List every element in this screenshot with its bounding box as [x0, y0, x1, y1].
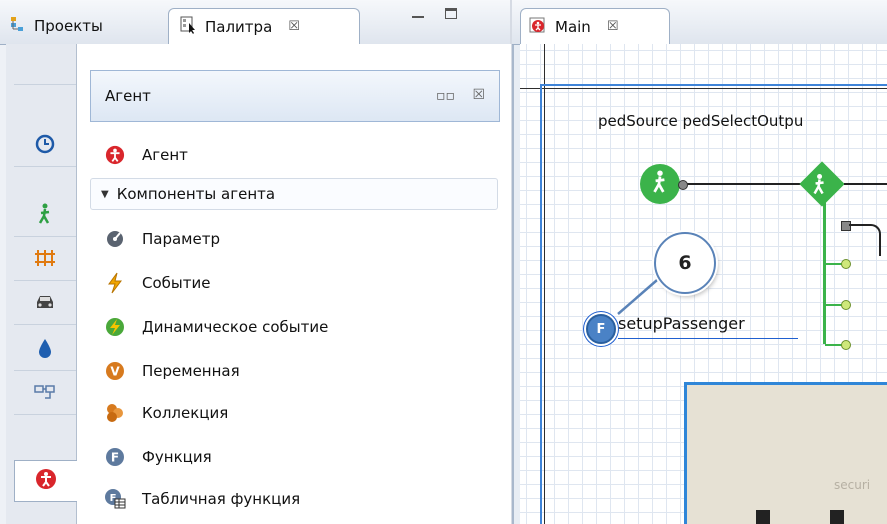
- port[interactable]: [841, 340, 851, 350]
- fluid-icon: [37, 337, 53, 363]
- port[interactable]: [678, 180, 688, 190]
- area-label: securi: [834, 478, 871, 492]
- clock-icon: [34, 133, 56, 159]
- group-header-agent-components[interactable]: ▼ Компоненты агента: [90, 178, 498, 210]
- tab-projects[interactable]: Проекты: [4, 8, 164, 44]
- event-icon: [104, 272, 126, 294]
- port[interactable]: [841, 259, 851, 269]
- palette-item-label: Динамическое событие: [142, 318, 329, 336]
- agent-icon: [529, 16, 547, 38]
- palette-item-label: Параметр: [142, 230, 220, 248]
- palette-item-event[interactable]: Событие: [104, 268, 494, 298]
- process-icon: [33, 381, 57, 407]
- tab-main-close-icon[interactable]: ☒: [607, 19, 619, 34]
- palette-section-header[interactable]: Агент ▫▫ ☒: [90, 70, 500, 122]
- palette-item-agent[interactable]: Агент: [104, 140, 494, 170]
- ruler-line: [520, 88, 887, 89]
- pedestrian-icon: [35, 203, 55, 229]
- projects-icon: [10, 15, 26, 37]
- section-close-icon[interactable]: ☒: [472, 87, 485, 103]
- palette-item-label: Переменная: [142, 362, 240, 380]
- tab-palette-close-icon[interactable]: ☒: [288, 19, 300, 34]
- tab-palette-label: Палитра: [205, 17, 273, 36]
- view-grid-icon[interactable]: ▫▫: [436, 88, 455, 104]
- selection-underline: [618, 338, 798, 339]
- category-road-traffic[interactable]: [14, 284, 76, 325]
- palette-item-label: Табличная функция: [142, 490, 301, 508]
- palette-item-label: Коллекция: [142, 404, 229, 422]
- palette-item-variable[interactable]: V Переменная: [104, 356, 494, 386]
- tab-main[interactable]: Main ☒: [520, 8, 670, 44]
- variable-icon: V: [104, 360, 126, 382]
- palette-item-label: Агент: [142, 146, 188, 164]
- pedestrian-icon: [810, 173, 837, 199]
- category-pedestrian[interactable]: [14, 196, 76, 237]
- tab-palette[interactable]: Палитра ☒: [168, 8, 360, 44]
- tab-projects-label: Проекты: [34, 17, 103, 35]
- function-name[interactable]: setupPassenger: [618, 314, 745, 333]
- agent-icon: [35, 468, 57, 494]
- palette-section-title: Агент: [105, 87, 151, 105]
- minimize-icon[interactable]: [412, 14, 424, 18]
- frame-border: [540, 84, 887, 86]
- output-branch: [823, 202, 826, 344]
- palette-icon: [179, 16, 197, 38]
- palette-item-parameter[interactable]: Параметр: [104, 224, 494, 254]
- function-icon: F: [104, 446, 126, 468]
- port[interactable]: [841, 300, 851, 310]
- category-rail[interactable]: [14, 240, 76, 281]
- palette-item-label: Функция: [142, 448, 212, 466]
- svg-text:F: F: [111, 451, 119, 465]
- group-label: Компоненты агента: [116, 185, 276, 203]
- parameter-icon: [104, 228, 126, 250]
- tab-main-label: Main: [555, 17, 591, 36]
- table-function-icon: F: [104, 488, 126, 510]
- security-area-shape[interactable]: [684, 382, 887, 524]
- category-strip: [6, 44, 77, 524]
- category-process-modeling[interactable]: [14, 126, 76, 167]
- pedestrian-icon: [649, 169, 671, 199]
- maximize-icon[interactable]: [445, 8, 457, 19]
- category-fluid[interactable]: [14, 330, 76, 371]
- collapse-arrow-icon: ▼: [101, 188, 109, 200]
- palette-item-function[interactable]: F Функция: [104, 442, 494, 472]
- car-icon: [34, 293, 56, 315]
- agent-icon: [104, 144, 126, 166]
- flowchart-block-labels: pedSource pedSelectOutpu: [598, 112, 804, 130]
- callout-badge: 6: [654, 232, 716, 294]
- ped-source-block[interactable]: [640, 164, 680, 204]
- palette-item-table-function[interactable]: F Табличная функция: [104, 484, 494, 514]
- category-agent[interactable]: [14, 460, 77, 502]
- function-icon[interactable]: F: [586, 314, 616, 344]
- palette-item-dynamic-event[interactable]: Динамическое событие: [104, 312, 494, 342]
- category-process-flow[interactable]: [14, 374, 76, 415]
- connector-line[interactable]: [681, 183, 805, 185]
- connector-line[interactable]: [844, 183, 887, 185]
- frame-border: [540, 84, 542, 524]
- service-icon: [830, 510, 844, 524]
- connector-line[interactable]: [849, 224, 881, 256]
- collection-icon: [104, 402, 126, 424]
- palette-item-label: Событие: [142, 274, 211, 292]
- category-blank[interactable]: [14, 44, 76, 85]
- ruler-line: [544, 44, 545, 524]
- service-icon: [756, 510, 770, 524]
- palette-item-collection[interactable]: Коллекция: [104, 398, 494, 428]
- dynamic-event-icon: [104, 316, 126, 338]
- rail-icon: [33, 249, 57, 271]
- svg-text:V: V: [110, 365, 120, 379]
